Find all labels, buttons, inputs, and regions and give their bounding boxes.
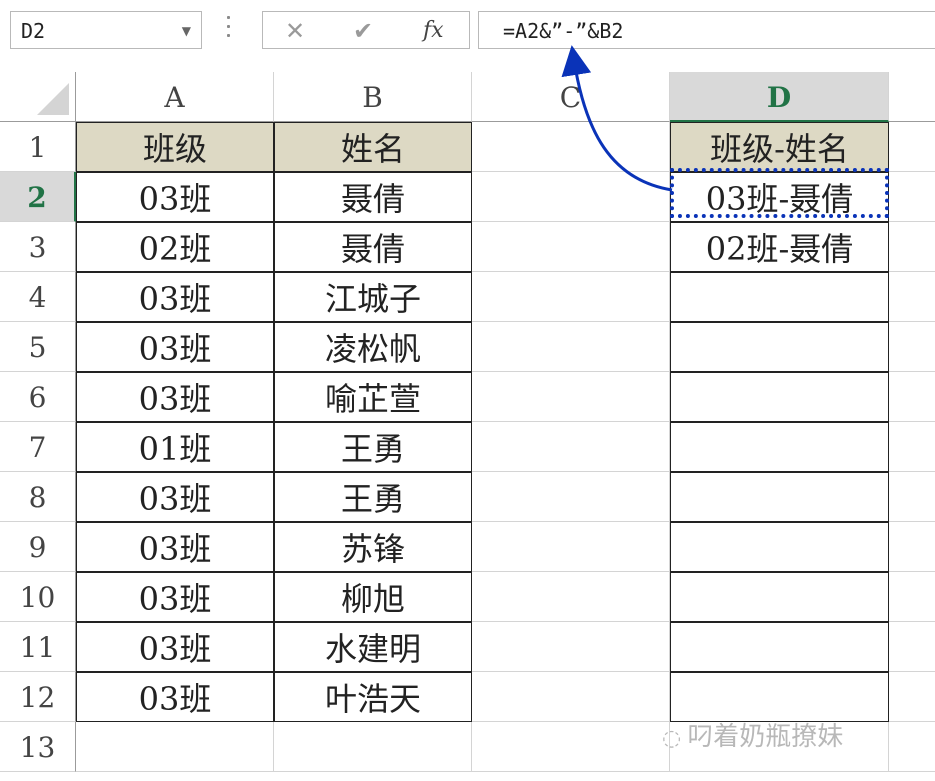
cell-a1[interactable]: 班级 — [76, 122, 274, 172]
cell-b4[interactable]: 江城子 — [274, 272, 472, 322]
cell-d1[interactable]: 班级-姓名 — [670, 122, 889, 172]
cell-e3[interactable] — [889, 222, 935, 272]
cell-d12[interactable] — [670, 672, 889, 722]
row-header-4[interactable]: 4 — [0, 272, 76, 322]
cell-c12[interactable] — [472, 672, 670, 722]
chevron-down-icon[interactable]: ▼ — [182, 24, 191, 38]
watermark-text: 叼着奶瓶撩妹 — [687, 722, 844, 752]
wechat-icon: ◌ — [662, 726, 682, 751]
cell-c2[interactable] — [472, 172, 670, 222]
cell-d8[interactable] — [670, 472, 889, 522]
cell-d10[interactable] — [670, 572, 889, 622]
row-header-11[interactable]: 11 — [0, 622, 76, 672]
cell-a2[interactable]: 03班 — [76, 172, 274, 222]
cell-e2[interactable] — [889, 172, 935, 222]
cell-e13[interactable] — [889, 722, 935, 772]
row-header-12[interactable]: 12 — [0, 672, 76, 722]
row-header-6[interactable]: 6 — [0, 372, 76, 422]
cell-b12[interactable]: 叶浩天 — [274, 672, 472, 722]
cell-c8[interactable] — [472, 472, 670, 522]
row-header-5[interactable]: 5 — [0, 322, 76, 372]
formula-buttons: ✕ ✔ fx — [262, 11, 470, 49]
cell-e10[interactable] — [889, 572, 935, 622]
cell-c1[interactable] — [472, 122, 670, 172]
name-box[interactable]: D2 ▼ — [10, 11, 202, 49]
worksheet-grid[interactable]: A B C D 1 2 3 4 5 6 7 8 9 10 11 12 13 班级 姓名 班级-姓名 03班 聂倩… — [0, 72, 935, 781]
cell-e4[interactable] — [889, 272, 935, 322]
cell-b11[interactable]: 水建明 — [274, 622, 472, 672]
cell-c7[interactable] — [472, 422, 670, 472]
column-header-e[interactable] — [889, 72, 935, 122]
column-header-c[interactable]: C — [472, 72, 670, 122]
cell-a5[interactable]: 03班 — [76, 322, 274, 372]
select-all-corner[interactable] — [0, 72, 76, 122]
formula-input[interactable]: =A2&”-”&B2 — [478, 11, 935, 49]
row-header-13[interactable]: 13 — [0, 722, 76, 772]
cell-b5[interactable]: 凌松帆 — [274, 322, 472, 372]
cell-b7[interactable]: 王勇 — [274, 422, 472, 472]
column-header-a[interactable]: A — [76, 72, 274, 122]
cell-d11[interactable] — [670, 622, 889, 672]
cell-c5[interactable] — [472, 322, 670, 372]
cell-c9[interactable] — [472, 522, 670, 572]
cell-b1[interactable]: 姓名 — [274, 122, 472, 172]
cell-d5[interactable] — [670, 322, 889, 372]
cell-e8[interactable] — [889, 472, 935, 522]
cell-e5[interactable] — [889, 322, 935, 372]
cell-b8[interactable]: 王勇 — [274, 472, 472, 522]
drag-handle-icon[interactable] — [226, 16, 232, 44]
cell-a13[interactable] — [76, 722, 274, 772]
cell-c13[interactable] — [472, 722, 670, 772]
cell-d6[interactable] — [670, 372, 889, 422]
cell-e12[interactable] — [889, 672, 935, 722]
cell-a11[interactable]: 03班 — [76, 622, 274, 672]
column-header-b[interactable]: B — [274, 72, 472, 122]
row-header-10[interactable]: 10 — [0, 572, 76, 622]
insert-function-icon[interactable]: fx — [423, 18, 444, 43]
cell-a3[interactable]: 02班 — [76, 222, 274, 272]
cell-e1[interactable] — [889, 122, 935, 172]
cell-a12[interactable]: 03班 — [76, 672, 274, 722]
formula-bar: D2 ▼ ✕ ✔ fx =A2&”-”&B2 — [0, 0, 935, 64]
cell-c11[interactable] — [472, 622, 670, 672]
name-box-value: D2 — [21, 19, 46, 43]
row-header-7[interactable]: 7 — [0, 422, 76, 472]
cell-c6[interactable] — [472, 372, 670, 422]
cell-a7[interactable]: 01班 — [76, 422, 274, 472]
row-header-1[interactable]: 1 — [0, 122, 76, 172]
cell-d9[interactable] — [670, 522, 889, 572]
cell-b2[interactable]: 聂倩 — [274, 172, 472, 222]
cell-b10[interactable]: 柳旭 — [274, 572, 472, 622]
cell-c10[interactable] — [472, 572, 670, 622]
row-header-8[interactable]: 8 — [0, 472, 76, 522]
cancel-icon[interactable]: ✕ — [285, 17, 305, 45]
cell-d4[interactable] — [670, 272, 889, 322]
cell-b6[interactable]: 喻芷萱 — [274, 372, 472, 422]
row-header-2[interactable]: 2 — [0, 172, 76, 222]
cell-c4[interactable] — [472, 272, 670, 322]
cell-b13[interactable] — [274, 722, 472, 772]
cell-e7[interactable] — [889, 422, 935, 472]
row-header-9[interactable]: 9 — [0, 522, 76, 572]
cell-e11[interactable] — [889, 622, 935, 672]
cell-a4[interactable]: 03班 — [76, 272, 274, 322]
cell-d3[interactable]: 02班-聂倩 — [670, 222, 889, 272]
cell-b9[interactable]: 苏锋 — [274, 522, 472, 572]
enter-icon[interactable]: ✔ — [353, 17, 373, 45]
cell-d7[interactable] — [670, 422, 889, 472]
selected-cell-d2[interactable] — [670, 168, 889, 218]
cell-a8[interactable]: 03班 — [76, 472, 274, 522]
column-header-d[interactable]: D — [670, 72, 889, 122]
watermark: ◌ 叼着奶瓶撩妹 — [662, 716, 843, 753]
cell-b3[interactable]: 聂倩 — [274, 222, 472, 272]
cell-a9[interactable]: 03班 — [76, 522, 274, 572]
formula-text: =A2&”-”&B2 — [503, 19, 624, 43]
cell-c3[interactable] — [472, 222, 670, 272]
cell-e6[interactable] — [889, 372, 935, 422]
cell-e9[interactable] — [889, 522, 935, 572]
row-header-3[interactable]: 3 — [0, 222, 76, 272]
cell-a10[interactable]: 03班 — [76, 572, 274, 622]
cell-a6[interactable]: 03班 — [76, 372, 274, 422]
